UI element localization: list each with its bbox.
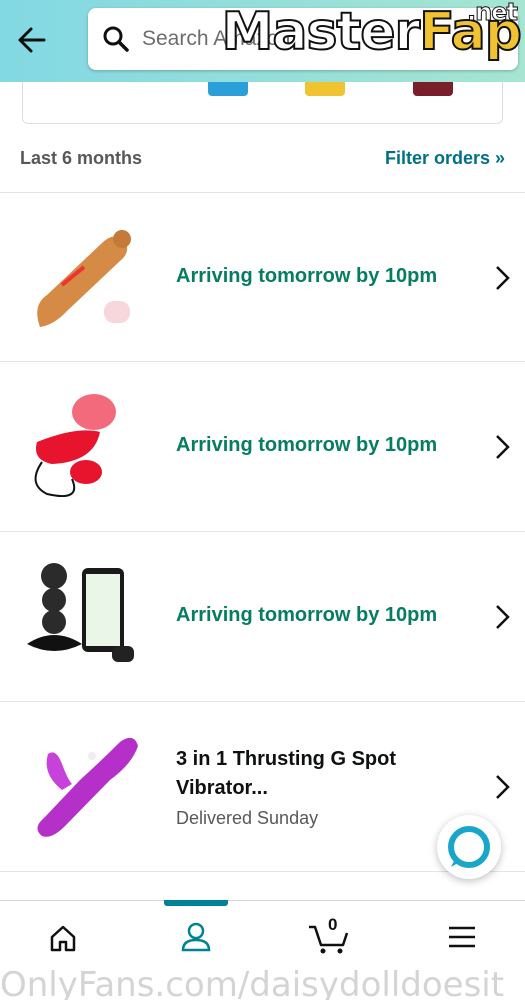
alexa-icon <box>448 826 490 868</box>
chevron-right-icon[interactable] <box>493 602 513 632</box>
nav-menu[interactable] <box>412 901 512 971</box>
watermark-text-master: Master <box>221 1 422 63</box>
chevron-right-icon[interactable] <box>493 772 513 802</box>
delivery-status: Delivered Sunday <box>176 808 319 828</box>
back-arrow-icon[interactable] <box>14 22 50 58</box>
cart-count: 0 <box>328 915 338 934</box>
watermark-bottom: OnlyFans.com/daisydolldoesit <box>0 965 505 1000</box>
nav-home[interactable] <box>13 901 113 971</box>
account-icon <box>181 922 211 952</box>
nav-account[interactable] <box>146 901 246 971</box>
product-thumbnail <box>22 384 142 504</box>
product-thumbnail <box>22 554 142 674</box>
order-status: Arriving tomorrow by 10pm <box>176 604 438 626</box>
menu-icon <box>449 926 475 948</box>
active-tab-indicator <box>164 900 228 906</box>
previous-order-card[interactable] <box>22 82 503 124</box>
date-range-label: Last 6 months <box>20 148 143 168</box>
chevron-right-icon[interactable] <box>493 432 513 462</box>
order-row[interactable]: Arriving tomorrow by 10pm <box>0 531 525 701</box>
search-icon <box>103 26 129 52</box>
product-thumbnail <box>208 82 248 96</box>
nav-cart[interactable]: 0 <box>279 901 379 971</box>
watermark-logo: MasterFap .net <box>221 0 523 63</box>
product-thumbnail <box>22 724 142 844</box>
product-thumbnail <box>305 82 345 96</box>
chevron-right-icon[interactable] <box>493 263 513 293</box>
product-title: 3 in 1 Thrusting G Spot Vibrator... <box>176 748 396 799</box>
order-status: Arriving tomorrow by 10pm <box>176 434 438 456</box>
bottom-nav: 0 <box>0 900 525 970</box>
home-icon <box>50 925 76 952</box>
alexa-button[interactable] <box>437 815 501 879</box>
product-thumbnail <box>413 82 453 96</box>
order-status: Arriving tomorrow by 10pm <box>176 265 438 287</box>
order-row[interactable]: Arriving tomorrow by 10pm <box>0 192 525 362</box>
product-thumbnail <box>22 215 142 335</box>
filter-orders-link[interactable]: Filter orders » <box>385 148 505 169</box>
order-row[interactable]: Arriving tomorrow by 10pm <box>0 361 525 531</box>
watermark-text-net: .net <box>467 0 519 27</box>
